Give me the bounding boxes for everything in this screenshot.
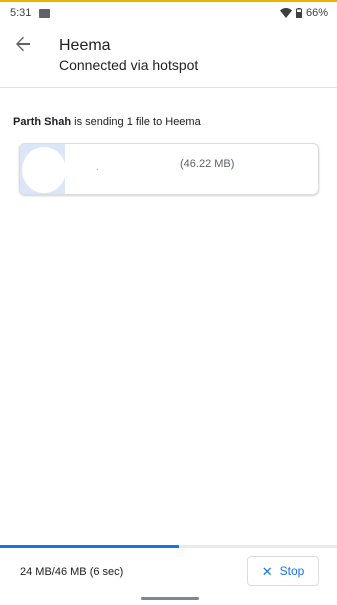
sending-message-rest: is sending 1 file to Heema [71, 116, 201, 128]
wifi-icon [279, 8, 292, 18]
bottom-bar: 24 MB/46 MB (6 sec) ✕ Stop [0, 548, 337, 593]
file-card: . (46.22 MB) [19, 143, 319, 195]
close-icon: ✕ [261, 563, 273, 579]
file-size: (46.22 MB) [180, 158, 235, 170]
stop-label: Stop [279, 564, 305, 578]
battery-level: 66% [305, 7, 328, 19]
page-title: Heema [59, 37, 111, 54]
back-button[interactable] [10, 33, 36, 59]
status-bar: 5:31 66% [0, 2, 337, 24]
sending-message: Parth Shah is sending 1 file to Heema [13, 116, 201, 128]
notification-icon [39, 8, 51, 18]
file-name: . [96, 162, 99, 173]
app-bar: Heema Connected via hotspot [0, 24, 337, 88]
file-thumbnail [22, 147, 66, 193]
status-time: 5:31 [10, 7, 32, 19]
battery-icon [295, 8, 302, 18]
connection-subtitle: Connected via hotspot [59, 57, 199, 73]
sender-name: Parth Shah [13, 116, 72, 128]
stop-button[interactable]: ✕ Stop [247, 556, 319, 586]
status-indicators: 66% [279, 7, 328, 19]
arrow-back-icon [15, 36, 31, 57]
transfer-status: 24 MB/46 MB (6 sec) [20, 566, 124, 578]
gesture-nav-handle[interactable] [141, 597, 199, 600]
